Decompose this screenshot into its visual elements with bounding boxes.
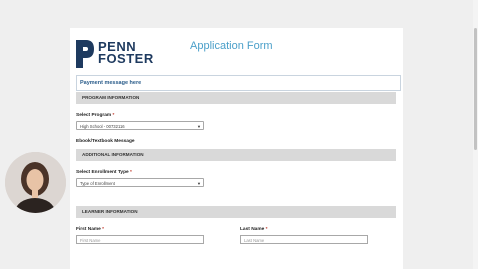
section-header-additional: ADDITIONAL INFORMATION — [76, 149, 396, 161]
required-marker: * — [130, 170, 132, 175]
presenter-video-icon — [5, 152, 66, 213]
last-name-label-text: Last Name — [240, 227, 265, 232]
select-enrollment-label: Select Enrollment Type * — [76, 170, 132, 175]
chevron-down-icon: ▼ — [197, 181, 201, 186]
select-program-dropdown[interactable]: High School - 00732116 ▼ — [76, 121, 204, 130]
select-program-label-text: Select Program — [76, 113, 112, 118]
required-marker: * — [102, 227, 105, 232]
penn-foster-logo: PENN FOSTER — [76, 40, 156, 70]
webcam-overlay — [5, 152, 66, 213]
section-title-program: PROGRAM INFORMATION — [82, 95, 140, 100]
first-name-label-text: First Name — [76, 227, 101, 232]
section-header-program: PROGRAM INFORMATION — [76, 92, 396, 104]
page-scrollbar[interactable] — [473, 0, 478, 269]
first-name-input[interactable]: First Name — [76, 235, 204, 244]
payment-message-text: Payment message here — [80, 80, 142, 86]
select-enrollment-label-text: Select Enrollment Type — [76, 170, 129, 175]
ebook-message-text: Ebook/Textbook Message — [76, 139, 135, 144]
section-title-additional: ADDITIONAL INFORMATION — [82, 152, 144, 157]
first-name-placeholder: First Name — [80, 238, 101, 243]
required-marker: * — [112, 113, 115, 118]
penn-foster-logo-mark-icon — [76, 40, 94, 68]
select-program-label: Select Program * — [76, 113, 114, 118]
section-header-learner: LEARNER INFORMATION — [76, 206, 396, 218]
select-enrollment-value: Type of Enrollment — [80, 181, 115, 186]
required-marker: * — [265, 227, 268, 232]
form-title: Application Form — [190, 40, 273, 52]
last-name-placeholder: Last Name — [244, 238, 265, 243]
select-program-value: High School - 00732116 — [80, 124, 125, 129]
chevron-down-icon: ▼ — [197, 124, 201, 129]
application-form-card: PENN FOSTER Application Form Payment mes… — [70, 28, 403, 269]
ebook-message-label: Ebook/Textbook Message — [76, 139, 135, 144]
scrollbar-thumb[interactable] — [474, 28, 477, 150]
last-name-label: Last Name * — [240, 227, 267, 232]
first-name-label: First Name * — [76, 227, 104, 232]
logo-line-2: FOSTER — [98, 51, 154, 66]
select-enrollment-dropdown[interactable]: Type of Enrollment ▼ — [76, 178, 204, 187]
payment-message-box: Payment message here — [76, 75, 401, 91]
last-name-input[interactable]: Last Name — [240, 235, 368, 244]
logo-wordmark: PENN FOSTER — [98, 40, 154, 66]
section-title-learner: LEARNER INFORMATION — [82, 209, 138, 214]
